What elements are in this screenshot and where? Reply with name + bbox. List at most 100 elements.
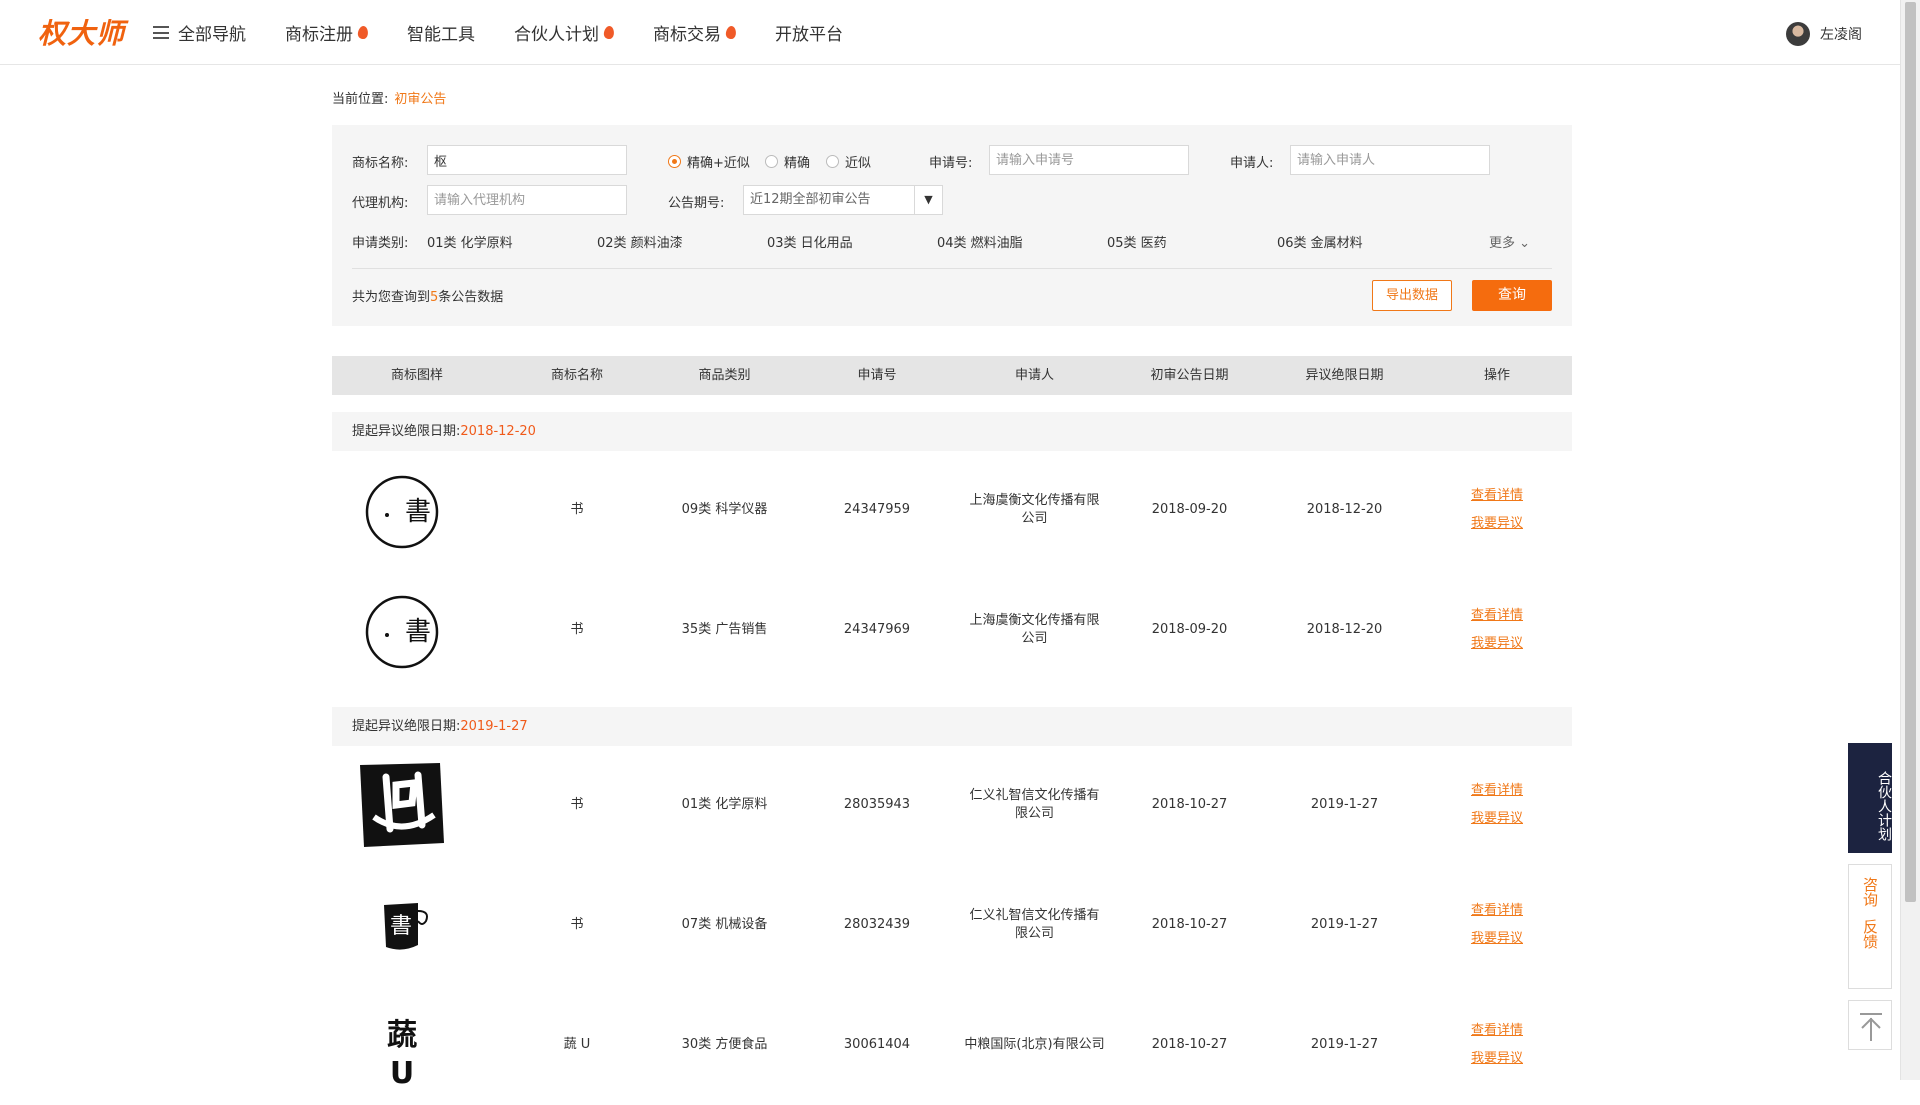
- site-logo[interactable]: 权大师: [38, 12, 125, 52]
- applicant-label: 申请人:: [1230, 156, 1274, 171]
- period-select-value: 近12期全部初审公告: [750, 192, 871, 207]
- trademark-image[interactable]: 蔬 U: [352, 985, 452, 1105]
- svg-text:書: 書: [390, 914, 412, 939]
- match-option-label: 近似: [845, 156, 872, 171]
- objection-deadline: 2018-12-20: [1306, 622, 1383, 637]
- avatar: [1786, 22, 1810, 46]
- group-date: 2019-1-27: [460, 719, 528, 734]
- file-objection-link[interactable]: 我要异议: [1471, 515, 1523, 533]
- col-header: 申请人: [1014, 368, 1054, 383]
- trademark-image-circle-shu: 書: [365, 595, 439, 669]
- dropdown-arrow-icon[interactable]: ▼: [914, 186, 942, 214]
- group-header: 提起异议绝限日期:2019-1-27: [332, 707, 1572, 746]
- trademark-image-shu-u: 蔬 U: [387, 1018, 417, 1091]
- row-actions: 查看详情 我要异议: [1422, 865, 1572, 985]
- col-header: 操作: [1483, 368, 1510, 383]
- applicant: 上海虞衡文化传播有限公司: [969, 493, 1100, 526]
- user-menu[interactable]: 左凌阁: [1786, 22, 1862, 46]
- consult-feedback-float[interactable]: 咨询 反馈: [1848, 864, 1892, 989]
- trademark-image[interactable]: [352, 745, 452, 865]
- view-details-link[interactable]: 查看详情: [1471, 1022, 1523, 1040]
- trademark-image[interactable]: 書: [352, 450, 452, 570]
- view-details-link[interactable]: 查看详情: [1471, 607, 1523, 625]
- table-row: 书 01类 化学原料 28035943 仁义礼智信文化传播有限公司 2018-1…: [332, 745, 1572, 865]
- trademark-name: 书: [570, 502, 584, 517]
- more-categories-button[interactable]: 更多 ⌄: [1489, 232, 1530, 251]
- vertical-scrollbar[interactable]: [1900, 0, 1920, 1080]
- nav-partner-plan-label: 合伙人计划: [514, 25, 599, 45]
- scrollbar-thumb[interactable]: [1905, 2, 1916, 902]
- group-prefix: 提起异议绝限日期:: [352, 424, 461, 439]
- category-option[interactable]: 05类 医药: [1107, 232, 1167, 251]
- appno-input[interactable]: [989, 145, 1189, 175]
- agency-input[interactable]: [427, 185, 627, 215]
- goods-category: 01类 化学原料: [681, 797, 768, 812]
- trademark-image[interactable]: 書: [352, 865, 452, 985]
- nav-trademark-trade[interactable]: 商标交易: [653, 20, 737, 45]
- trademark-image-seal: [360, 763, 444, 847]
- trademark-name: 书: [570, 917, 584, 932]
- export-data-button[interactable]: 导出数据: [1372, 280, 1452, 311]
- category-option[interactable]: 01类 化学原料: [427, 232, 513, 251]
- nav-all[interactable]: 全部导航: [153, 20, 246, 45]
- nav-partner-plan[interactable]: 合伙人计划: [514, 20, 615, 45]
- category-option[interactable]: 06类 金属材料: [1277, 232, 1363, 251]
- radio-dot: [765, 155, 778, 168]
- back-to-top-button[interactable]: [1848, 1000, 1892, 1050]
- nav-open-platform[interactable]: 开放平台: [775, 20, 843, 45]
- publication-date: 2018-09-20: [1151, 502, 1228, 517]
- match-option-exact-similar[interactable]: 精确+近似: [668, 152, 750, 171]
- file-objection-link[interactable]: 我要异议: [1471, 635, 1523, 653]
- consult-button[interactable]: 咨询: [1860, 877, 1880, 907]
- trademark-name: 书: [570, 622, 584, 637]
- application-number: 24347969: [843, 622, 911, 637]
- objection-deadline: 2018-12-20: [1306, 502, 1383, 517]
- category-option[interactable]: 04类 燃料油脂: [937, 232, 1023, 251]
- breadcrumb-prefix: 当前位置:: [332, 92, 389, 107]
- row-actions: 查看详情 我要异议: [1422, 570, 1572, 690]
- file-objection-link[interactable]: 我要异议: [1471, 810, 1523, 828]
- nav-trademark-register[interactable]: 商标注册: [285, 20, 369, 45]
- application-number: 24347959: [843, 502, 911, 517]
- publication-date: 2018-09-20: [1151, 622, 1228, 637]
- nav-smart-tools[interactable]: 智能工具: [407, 20, 475, 45]
- col-header: 初审公告日期: [1150, 368, 1229, 383]
- file-objection-link[interactable]: 我要异议: [1471, 930, 1523, 948]
- applicant-input[interactable]: [1290, 145, 1490, 175]
- application-number: 30061404: [843, 1037, 911, 1052]
- breadcrumb-current[interactable]: 初审公告: [394, 92, 446, 107]
- goods-category: 30类 方便食品: [681, 1037, 768, 1052]
- breadcrumb: 当前位置: 初审公告: [332, 88, 446, 107]
- category-option[interactable]: 02类 颜料油漆: [597, 232, 683, 251]
- match-option-exact[interactable]: 精确: [765, 152, 810, 171]
- category-label: 申请类别:: [352, 236, 409, 251]
- count-suffix: 条公告数据: [438, 290, 504, 305]
- goods-category: 09类 科学仪器: [681, 502, 768, 517]
- match-option-label: 精确+近似: [687, 156, 750, 171]
- col-header: 商品类别: [698, 368, 751, 383]
- trademark-image-circle-shu: 書: [365, 475, 439, 549]
- table-row: 書 书 07类 机械设备 28032439 仁义礼智信文化传播有限公司 2018…: [332, 865, 1572, 985]
- trademark-image[interactable]: 書: [352, 570, 452, 690]
- view-details-link[interactable]: 查看详情: [1471, 782, 1523, 800]
- table-row: 書 书 35类 广告销售 24347969 上海虞衡文化传播有限公司 2018-…: [332, 570, 1572, 690]
- category-option[interactable]: 03类 日化用品: [767, 232, 853, 251]
- group-date: 2018-12-20: [460, 424, 536, 439]
- period-select[interactable]: 近12期全部初审公告 ▼: [743, 185, 943, 215]
- file-objection-link[interactable]: 我要异议: [1471, 1050, 1523, 1068]
- view-details-link[interactable]: 查看详情: [1471, 487, 1523, 505]
- col-header: 异议绝限日期: [1305, 368, 1384, 383]
- applicant: 中粮国际(北京)有限公司: [964, 1037, 1105, 1052]
- row-actions: 查看详情 我要异议: [1422, 450, 1572, 570]
- feedback-button[interactable]: 反馈: [1860, 919, 1880, 949]
- view-details-link[interactable]: 查看详情: [1471, 902, 1523, 920]
- nav-smart-tools-label: 智能工具: [407, 25, 475, 45]
- partner-plan-float[interactable]: 合伙人计划: [1848, 743, 1892, 853]
- trademark-name: 蔬 U: [563, 1037, 591, 1052]
- objection-deadline: 2019-1-27: [1310, 797, 1379, 812]
- match-option-similar[interactable]: 近似: [826, 152, 871, 171]
- query-button[interactable]: 查询: [1472, 280, 1552, 311]
- group-header: 提起异议绝限日期:2018-12-20: [332, 412, 1572, 451]
- radio-dot: [668, 155, 681, 168]
- trademark-name-input[interactable]: [427, 145, 627, 175]
